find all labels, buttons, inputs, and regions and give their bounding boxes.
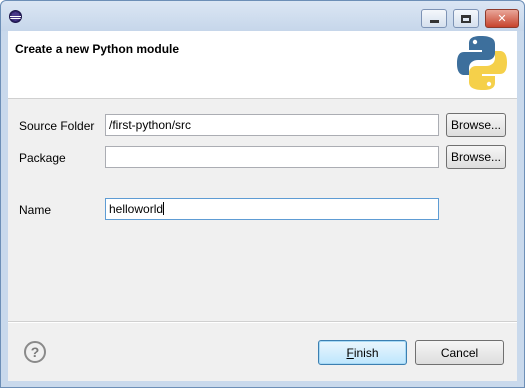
maximize-icon bbox=[461, 14, 471, 23]
name-field[interactable]: helloworld bbox=[105, 198, 439, 220]
source-folder-label: Source Folder bbox=[19, 119, 95, 133]
footer-separator-highlight bbox=[8, 322, 517, 323]
finish-label-rest: inish bbox=[353, 345, 379, 360]
package-field[interactable] bbox=[105, 146, 439, 168]
eclipse-icon bbox=[9, 10, 22, 23]
help-button[interactable]: ? bbox=[24, 341, 46, 363]
title-bar[interactable]: ✕ bbox=[1, 1, 524, 31]
minimize-icon bbox=[429, 20, 439, 23]
name-field-value: helloworld bbox=[109, 202, 164, 216]
finish-mnemonic: F bbox=[346, 345, 354, 360]
package-label: Package bbox=[19, 151, 66, 165]
wizard-banner: Create a new Python module bbox=[8, 31, 517, 99]
minimize-button[interactable] bbox=[421, 9, 447, 28]
source-folder-browse-button[interactable]: Browse... bbox=[446, 113, 506, 137]
source-folder-field[interactable]: /first-python/src bbox=[105, 114, 439, 136]
help-icon: ? bbox=[30, 344, 40, 360]
package-browse-button[interactable]: Browse... bbox=[446, 145, 506, 169]
close-icon: ✕ bbox=[497, 12, 507, 25]
text-caret bbox=[163, 202, 165, 215]
maximize-button[interactable] bbox=[453, 9, 479, 28]
cancel-button[interactable]: Cancel bbox=[415, 340, 504, 365]
dialog-window: ✕ Create a new Python module Source Fold… bbox=[0, 0, 525, 388]
finish-button[interactable]: Finish bbox=[318, 340, 407, 365]
dialog-content: Create a new Python module Source Folder… bbox=[8, 31, 517, 381]
python-logo bbox=[457, 36, 507, 90]
name-label: Name bbox=[19, 203, 52, 217]
wizard-title: Create a new Python module bbox=[15, 42, 180, 56]
close-button[interactable]: ✕ bbox=[485, 9, 519, 28]
